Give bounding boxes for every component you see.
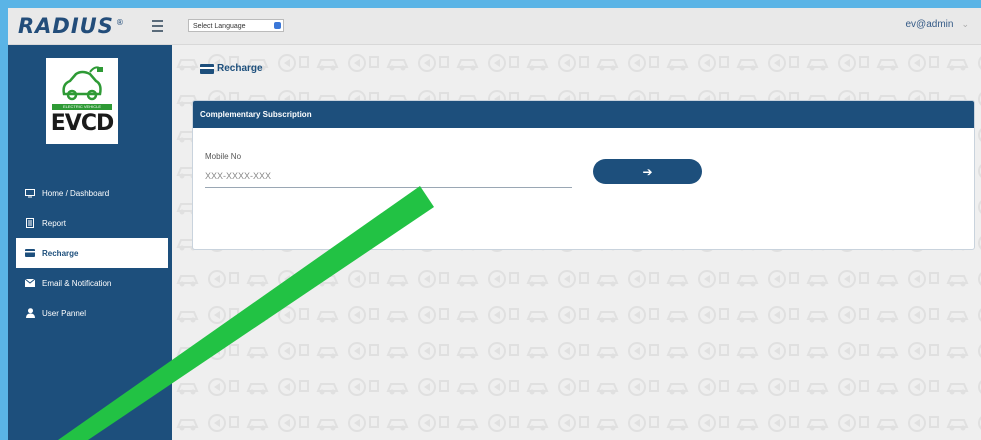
brand-name: EVCD [50, 111, 114, 136]
mobile-input[interactable] [205, 165, 572, 188]
mobile-label: Mobile No [205, 152, 242, 161]
sidebar-item-recharge[interactable]: Recharge [16, 238, 168, 268]
chevron-down-icon: ⌄ [961, 19, 969, 29]
page-title-text: Recharge [217, 63, 263, 74]
sidebar-item-email-notification[interactable]: Email & Notification [8, 268, 172, 298]
sidebar-item-label: Report [42, 218, 67, 228]
sidebar: ELECTRIC VEHICLE EVCD Home / Dashboard R… [8, 45, 172, 440]
brand-plate: ELECTRIC VEHICLE [52, 104, 112, 110]
language-select-value: Select Language [193, 23, 246, 30]
app-window: RADIUS ® Select Language ev@admin ⌄ ELECTR… [8, 8, 981, 440]
sidebar-item-user-pannel[interactable]: User Pannel [8, 298, 172, 328]
user-name: ev@admin [905, 19, 954, 30]
sidebar-item-label: Recharge [42, 248, 79, 258]
sidebar-item-label: User Pannel [42, 308, 87, 318]
main-content: Recharge Complementary Subscription Mobi… [172, 45, 981, 440]
sidebar-item-home-dashboard[interactable]: Home / Dashboard [8, 178, 172, 208]
subscription-card: Complementary Subscription Mobile No ➔ [192, 100, 975, 250]
card-icon [25, 248, 35, 258]
arrow-right-icon: ➔ [642, 164, 653, 179]
monitor-icon [25, 188, 35, 198]
user-icon [25, 308, 35, 318]
user-menu[interactable]: ev@admin ⌄ [906, 19, 970, 30]
ev-car-icon [62, 66, 103, 101]
sidebar-item-label: Email & Notification [42, 278, 112, 288]
language-select[interactable]: Select Language [188, 19, 284, 32]
document-icon [25, 218, 35, 228]
envelope-icon [25, 278, 35, 288]
submit-button[interactable]: ➔ [593, 159, 702, 184]
hamburger-menu-icon[interactable] [152, 17, 170, 33]
brand-logo: ELECTRIC VEHICLE EVCD [46, 58, 118, 144]
page-title: Recharge [200, 63, 263, 74]
sidebar-item-label: Home / Dashboard [42, 188, 110, 198]
card-icon [200, 63, 214, 74]
select-arrows-icon [274, 22, 281, 29]
top-bar: RADIUS ® Select Language ev@admin ⌄ [8, 8, 981, 45]
card-header: Complementary Subscription [193, 101, 974, 128]
sidebar-item-report[interactable]: Report [8, 208, 172, 238]
sidebar-nav: Home / Dashboard Report Recharge Email &… [8, 178, 172, 328]
radius-logo: RADIUS ® [18, 14, 125, 38]
